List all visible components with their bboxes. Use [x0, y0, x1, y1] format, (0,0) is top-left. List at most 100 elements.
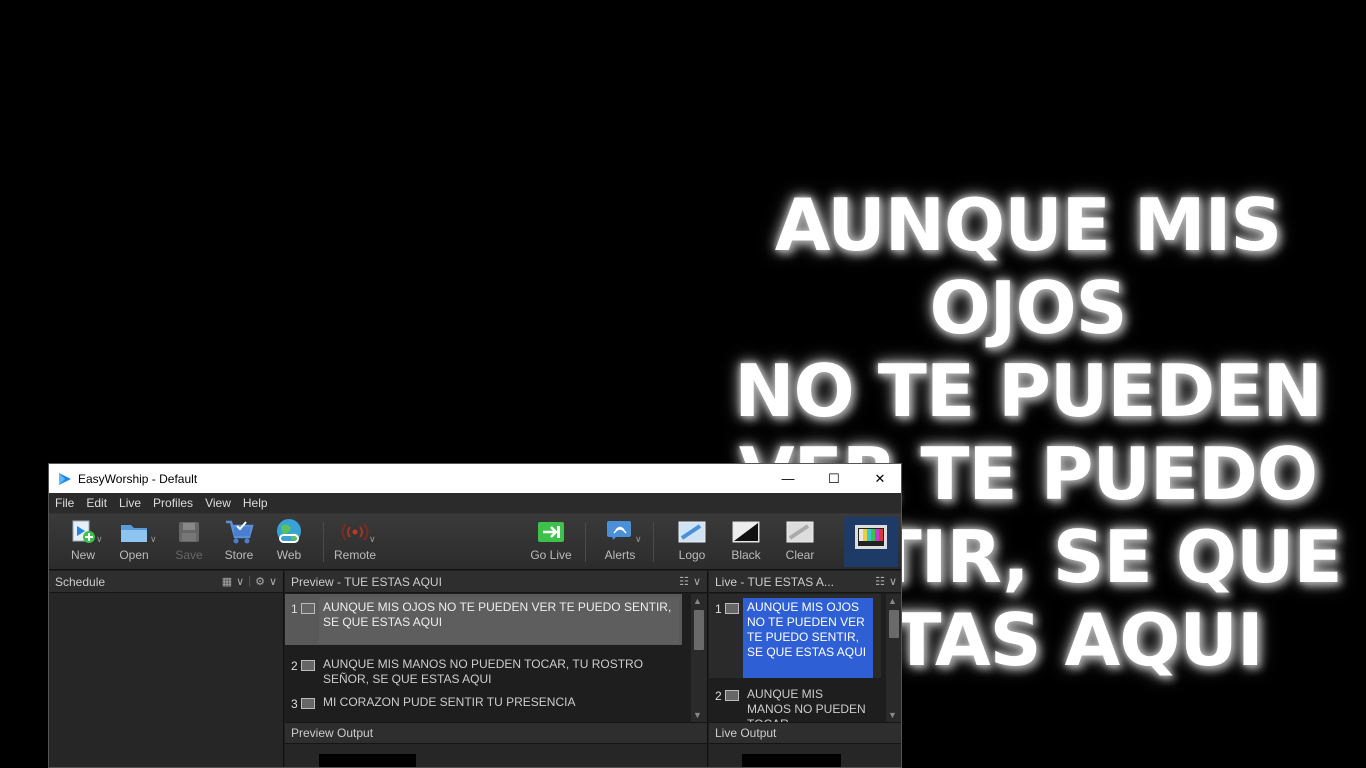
save-button[interactable]: Save [164, 518, 214, 566]
grid-view-icon[interactable]: ▦ [222, 575, 232, 588]
maximize-button[interactable]: ☐ [811, 464, 857, 493]
schedule-title: Schedule [55, 574, 106, 589]
store-label: Store [224, 548, 254, 562]
live-output-title: Live Output [715, 726, 777, 740]
slide-thumbnail-icon [725, 603, 739, 614]
new-document-icon [68, 518, 98, 546]
output-toggle-button[interactable] [844, 517, 898, 567]
chevron-down-icon[interactable]: ∨ [269, 575, 277, 588]
chevron-down-icon[interactable]: ∨ [889, 575, 897, 588]
open-dropdown-chevron-icon[interactable]: ∨ [150, 534, 157, 545]
title-bar[interactable]: EasyWorship - Default — ☐ ✕ [49, 464, 901, 493]
broadcast-icon [340, 518, 370, 546]
schedule-pane[interactable]: Schedule ▦ ∨ | ⚙ ∨ [49, 571, 284, 767]
remote-label: Remote [333, 548, 377, 562]
live-pane: Live - TUE ESTAS A... ☷ ∨ 1 AUNQUE MIS O… [709, 571, 901, 767]
shopping-cart-icon [224, 518, 254, 546]
live-scrollbar[interactable]: ▲ ▼ [886, 594, 901, 722]
slide-number: 3 [291, 697, 298, 711]
scroll-down-icon[interactable]: ▼ [888, 710, 897, 720]
alerts-icon [605, 518, 635, 546]
maximize-icon: ☐ [828, 470, 840, 486]
chevron-down-icon[interactable]: ∨ [236, 575, 244, 588]
menu-bar: File Edit Live Profiles View Help [49, 493, 901, 514]
slide-thumbnail-icon [725, 690, 739, 701]
live-title: Live - TUE ESTAS A... [715, 574, 834, 589]
slide-text: MI CORAZON PUDE SENTIR TU PRESENCIA [323, 695, 576, 709]
live-slide-2[interactable]: 2 AUNQUE MIS MANOS NO PUEDEN TOCAR, [709, 681, 881, 722]
menu-help[interactable]: Help [243, 496, 268, 510]
menu-edit[interactable]: Edit [86, 496, 107, 510]
menu-file[interactable]: File [55, 496, 74, 510]
clear-label: Clear [785, 548, 815, 562]
divider: | [248, 575, 252, 587]
black-button[interactable]: Black [721, 518, 771, 566]
toolbar-separator [653, 522, 654, 562]
preview-scrollbar[interactable]: ▲ ▼ [691, 594, 707, 722]
slide-text: AUNQUE MIS MANOS NO PUEDEN TOCAR, TU ROS… [323, 657, 644, 686]
slide-number: 1 [715, 602, 722, 616]
chevron-down-icon[interactable]: ∨ [693, 575, 701, 588]
slide-thumbnail-icon [301, 603, 315, 614]
easyworship-logo-icon [59, 472, 71, 485]
menu-profiles[interactable]: Profiles [153, 496, 193, 510]
save-disk-icon [174, 518, 204, 546]
scroll-down-icon[interactable]: ▼ [693, 710, 702, 720]
menu-view[interactable]: View [205, 496, 231, 510]
main-panes: Schedule ▦ ∨ | ⚙ ∨ Preview - TUE ESTAS A… [49, 571, 901, 767]
store-button[interactable]: Store [214, 518, 264, 566]
minimize-button[interactable]: — [765, 464, 811, 493]
go-live-arrow-icon [536, 518, 566, 546]
remote-dropdown-chevron-icon[interactable]: ∨ [369, 534, 376, 545]
open-label: Open [119, 548, 149, 562]
slide-number: 1 [291, 602, 298, 616]
gear-icon[interactable]: ⚙ [255, 575, 265, 588]
new-label: New [70, 548, 95, 562]
close-button[interactable]: ✕ [857, 464, 901, 493]
go-live-button[interactable]: Go Live [526, 518, 576, 566]
minimize-icon: — [781, 471, 795, 486]
preview-output-screen [319, 754, 416, 767]
slide-number: 2 [715, 689, 722, 703]
scroll-up-icon[interactable]: ▲ [888, 596, 897, 606]
preview-pane: Preview - TUE ESTAS AQUI ☷ ∨ 1 AUNQUE MI… [285, 571, 708, 767]
clear-screen-icon [785, 518, 815, 546]
black-screen-icon [731, 518, 761, 546]
live-output-header: Live Output [709, 722, 901, 744]
preview-output-title: Preview Output [291, 726, 374, 740]
slide-thumbnail-icon [301, 698, 315, 709]
web-button[interactable]: Web [264, 518, 314, 566]
logo-screen-icon [677, 518, 707, 546]
slide-number: 2 [291, 659, 298, 673]
view-options-icon[interactable]: ☷ [875, 575, 885, 588]
live-slide-list: 1 AUNQUE MIS OJOS NO TE PUEDEN VER TE PU… [709, 594, 881, 722]
logo-button[interactable]: Logo [667, 518, 717, 566]
window-title: EasyWorship - Default [78, 471, 198, 486]
preview-output-header: Preview Output [285, 722, 707, 744]
clear-button[interactable]: Clear [775, 518, 825, 566]
toolbar-separator [323, 522, 324, 562]
scrollbar-thumb[interactable] [889, 610, 899, 638]
slide-thumbnail-icon [301, 660, 315, 671]
close-icon: ✕ [874, 470, 886, 486]
toolbar-separator [585, 522, 586, 562]
easyworship-window: EasyWorship - Default — ☐ ✕ File Edit Li… [48, 463, 902, 768]
menu-live[interactable]: Live [119, 496, 141, 510]
preview-slide-2[interactable]: 2 AUNQUE MIS MANOS NO PUEDEN TOCAR, TU R… [285, 651, 682, 693]
preview-title: Preview - TUE ESTAS AQUI [291, 574, 442, 589]
schedule-header: Schedule ▦ ∨ | ⚙ ∨ [49, 571, 283, 593]
main-toolbar: New ∨ Open ∨ Save Store Web Remote ∨ Go … [49, 514, 901, 570]
logo-label: Logo [678, 548, 706, 562]
preview-slide-3[interactable]: 3 MI CORAZON PUDE SENTIR TU PRESENCIA [285, 693, 682, 716]
scroll-up-icon[interactable]: ▲ [693, 596, 702, 606]
new-dropdown-chevron-icon[interactable]: ∨ [96, 534, 103, 545]
alerts-dropdown-chevron-icon[interactable]: ∨ [635, 534, 642, 545]
live-slide-1[interactable]: 1 AUNQUE MIS OJOS NO TE PUEDEN VER TE PU… [709, 594, 881, 678]
color-bars-monitor-icon [855, 525, 887, 549]
live-header: Live - TUE ESTAS A... ☷ ∨ [709, 571, 901, 593]
view-options-icon[interactable]: ☷ [679, 575, 689, 588]
preview-slide-1[interactable]: 1 AUNQUE MIS OJOS NO TE PUEDEN VER TE PU… [285, 594, 682, 645]
scrollbar-thumb[interactable] [694, 610, 704, 650]
preview-slide-list: 1 AUNQUE MIS OJOS NO TE PUEDEN VER TE PU… [285, 594, 682, 722]
slide-text: AUNQUE MIS MANOS NO PUEDEN TOCAR, [747, 687, 866, 722]
